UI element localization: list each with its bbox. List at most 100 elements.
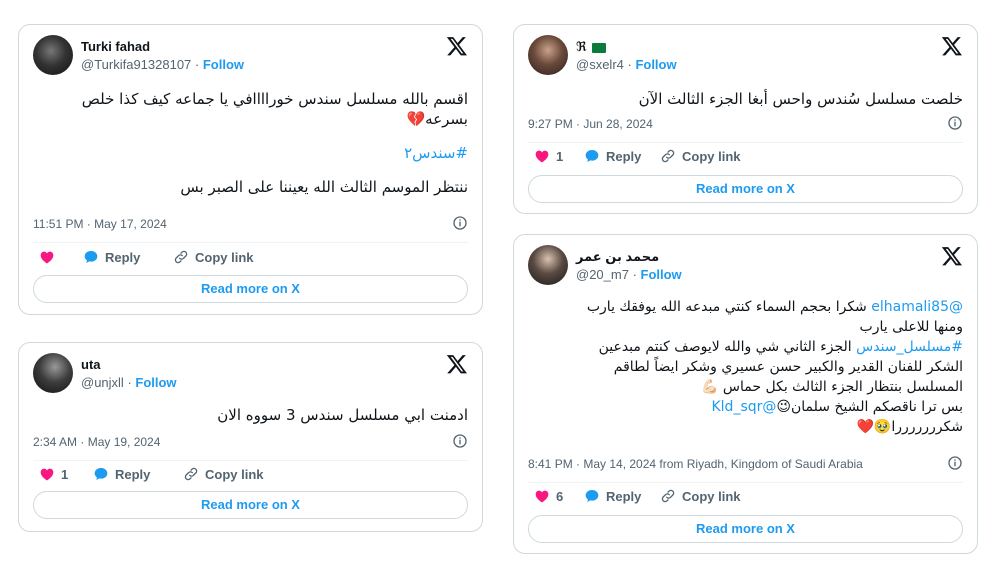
tweet-text-line: @elhamali85 شكرا بحجم السماء كنتي مبدعه … (586, 299, 963, 315)
author-handle[interactable]: @sxelr4 (576, 57, 624, 72)
timestamp[interactable]: 8:41 PM · May 14, 2024 from Riyadh, King… (528, 457, 863, 471)
tweet-text-line: المسلسل بنتظار الجزء الثالث بكل حماس 💪🏻 (701, 379, 963, 395)
link-icon (183, 466, 199, 482)
author-handle-line: @20_m7 · Follow (576, 267, 682, 282)
copy-link-label: Copy link (195, 249, 254, 265)
info-icon[interactable] (947, 115, 963, 131)
avatar[interactable] (33, 35, 73, 75)
reply-button[interactable]: Reply (584, 488, 641, 504)
avatar[interactable] (528, 35, 568, 75)
divider (528, 482, 963, 483)
timestamp[interactable]: 11:51 PM · May 17, 2024 (33, 217, 167, 231)
tweet-card-turki[interactable]: Turki fahad @Turkifa91328107 · Follow اق… (18, 24, 483, 315)
read-more-button[interactable]: Read more on X (33, 491, 468, 519)
follow-button[interactable]: Follow (203, 57, 244, 72)
like-button[interactable]: 6 (534, 488, 563, 504)
author-handle[interactable]: @unjxll (81, 375, 124, 390)
tweet-actions: 6 Reply Copy link (534, 488, 963, 508)
like-button[interactable] (39, 249, 61, 265)
tweet-header: uta @unjxll · Follow (33, 353, 468, 397)
follow-button[interactable]: Follow (641, 267, 682, 282)
tweet-text-line: خلصت مسلسل سُندس واحس أبغا الجزء الثالث … (638, 90, 963, 108)
reply-label: Reply (606, 148, 642, 164)
tweet-meta: 11:51 PM · May 17, 2024 (33, 217, 468, 231)
tweet-card-sxelr4[interactable]: ℜ @sxelr4 · Follow خلصت مسلسل سُندس واحس… (513, 24, 978, 214)
x-logo-icon[interactable] (446, 353, 468, 375)
author-handle[interactable]: @20_m7 (576, 267, 629, 282)
reply-icon (584, 148, 600, 164)
author-handle[interactable]: @Turkifa91328107 (81, 57, 191, 72)
copy-link-label: Copy link (682, 148, 741, 164)
info-icon[interactable] (452, 215, 468, 231)
tweet-actions: Reply Copy link (39, 249, 468, 269)
reply-label: Reply (115, 466, 151, 482)
x-logo-icon[interactable] (941, 245, 963, 267)
link-icon (173, 249, 189, 265)
tweet-card-uta[interactable]: uta @unjxll · Follow ادمنت ابي مسلسل سند… (18, 342, 483, 532)
reply-label: Reply (105, 249, 141, 265)
x-logo-icon[interactable] (446, 35, 468, 57)
author-name[interactable]: uta (81, 357, 101, 372)
tweet-text: خلصت مسلسل سُندس واحس أبغا الجزء الثالث … (528, 89, 963, 109)
like-button[interactable]: 1 (534, 148, 563, 164)
copy-link-button[interactable]: Copy link (660, 148, 741, 164)
tweet-meta: 8:41 PM · May 14, 2024 from Riyadh, King… (528, 457, 963, 471)
mention-link[interactable]: @elhamali85 (871, 299, 963, 315)
like-count: 1 (61, 466, 69, 482)
read-more-button[interactable]: Read more on X (33, 275, 468, 303)
like-count: 1 (556, 148, 564, 164)
copy-link-label: Copy link (205, 466, 264, 482)
copy-link-button[interactable]: Copy link (183, 466, 264, 482)
hashtag-link[interactable]: #مسلسل_سندس (856, 339, 963, 355)
tweet-actions: 1 Reply Copy link (39, 466, 468, 486)
copy-link-button[interactable]: Copy link (173, 249, 254, 265)
tweet-text: @elhamali85 شكرا بحجم السماء كنتي مبدعه … (528, 297, 963, 437)
link-icon (660, 148, 676, 164)
author-handle-line: @Turkifa91328107 · Follow (81, 57, 245, 72)
tweet-text-line: ومنها للاعلى يارب (859, 319, 963, 335)
heart-icon (534, 148, 550, 164)
author-name[interactable]: ℜ (576, 39, 607, 55)
hashtag-link[interactable]: #سندس٢ (33, 143, 468, 163)
reply-button[interactable]: Reply (584, 148, 641, 164)
author-name[interactable]: محمد بن عمر (576, 249, 659, 265)
tweet-text: ادمنت ابي مسلسل سندس 3 سووه الان (33, 405, 468, 425)
mention-link[interactable]: @Kld_sqr (711, 399, 776, 415)
tweet-text-line: شكرررررررا🥹❤️ (856, 419, 963, 435)
avatar[interactable] (33, 353, 73, 393)
reply-button[interactable]: Reply (93, 466, 150, 482)
avatar[interactable] (528, 245, 568, 285)
follow-button[interactable]: Follow (635, 57, 676, 72)
read-more-button[interactable]: Read more on X (528, 175, 963, 203)
tweet-text-line: ادمنت ابي مسلسل سندس 3 سووه الان (217, 406, 468, 424)
tweet-header: Turki fahad @Turkifa91328107 · Follow (33, 35, 468, 79)
author-handle-line: @sxelr4 · Follow (576, 57, 677, 72)
tweet-header: محمد بن عمر @20_m7 · Follow (528, 245, 963, 289)
divider (528, 142, 963, 143)
tweet-text: اقسم بالله مسلسل سندس خوراااافي يا جماعه… (33, 89, 468, 197)
x-logo-icon[interactable] (941, 35, 963, 57)
author-name[interactable]: Turki fahad (81, 39, 150, 54)
info-icon[interactable] (452, 433, 468, 449)
reply-icon (93, 466, 109, 482)
tweet-meta: 2:34 AM · May 19, 2024 (33, 435, 468, 449)
tweet-text-line: بسرعه💔 (406, 110, 468, 128)
like-count: 6 (556, 488, 564, 504)
timestamp[interactable]: 9:27 PM · Jun 28, 2024 (528, 117, 653, 131)
link-icon (660, 488, 676, 504)
timestamp[interactable]: 2:34 AM · May 19, 2024 (33, 435, 160, 449)
heart-icon (534, 488, 550, 504)
info-icon[interactable] (947, 455, 963, 471)
copy-link-button[interactable]: Copy link (660, 488, 741, 504)
follow-button[interactable]: Follow (135, 375, 176, 390)
like-button[interactable]: 1 (39, 466, 68, 482)
tweet-meta: 9:27 PM · Jun 28, 2024 (528, 117, 963, 131)
reply-label: Reply (606, 488, 642, 504)
reply-icon (83, 249, 99, 265)
divider (33, 460, 468, 461)
heart-icon (39, 466, 55, 482)
tweet-text-line: #مسلسل_سندس الجزء الثاني شي والله لايوصف… (598, 339, 963, 355)
read-more-button[interactable]: Read more on X (528, 515, 963, 543)
tweet-card-20m7[interactable]: محمد بن عمر @20_m7 · Follow @elhamali85 … (513, 234, 978, 554)
reply-button[interactable]: Reply (83, 249, 140, 265)
